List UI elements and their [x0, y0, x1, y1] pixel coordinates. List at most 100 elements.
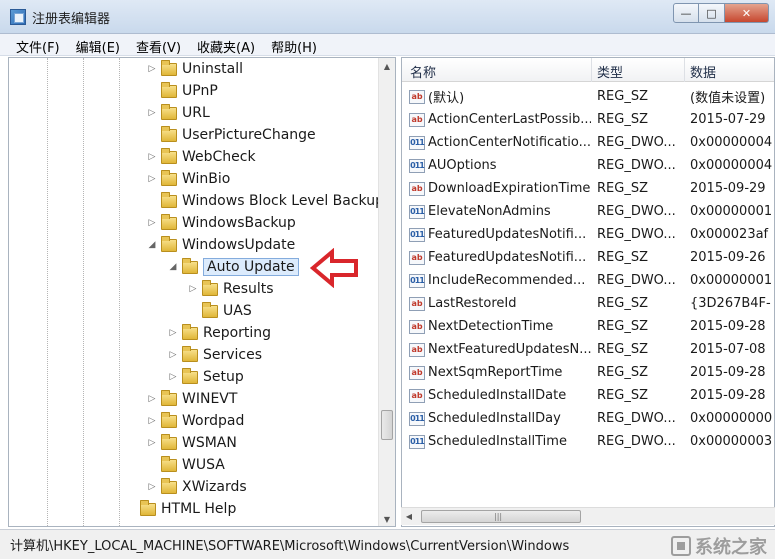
list-item[interactable]: 011 FeaturedUpdatesNotifi... REG_DWO... 0x0…	[402, 223, 774, 246]
registry-values-list[interactable]: 名称 类型 数据 ab (默认) REG_SZ (数值未设置) ab ActionCent…	[401, 57, 775, 527]
tree-item[interactable]: ◢ WindowsUpdate	[146, 234, 295, 256]
menu-favorites[interactable]: 收藏夹(A)	[189, 34, 263, 56]
tree-item[interactable]: Windows Block Level Backup	[146, 190, 384, 212]
menu-help[interactable]: 帮助(H)	[263, 34, 325, 56]
tree-expander-icon[interactable]: ▷	[146, 416, 158, 426]
value-data: (数值未设置)	[690, 91, 766, 106]
value-name: NextSqmReportTime	[428, 365, 563, 380]
folder-icon	[161, 191, 177, 208]
tree-item[interactable]: UAS	[187, 300, 252, 322]
value-data: 2015-09-26	[690, 250, 766, 265]
menu-file[interactable]: 文件(F)	[8, 34, 68, 56]
tree-scroll-thumb[interactable]	[381, 410, 393, 440]
close-button[interactable]: ✕	[725, 3, 769, 23]
list-item[interactable]: ab FeaturedUpdatesNotifi... REG_SZ 2015-09-…	[402, 246, 774, 269]
list-item[interactable]: 011 AUOptions REG_DWO... 0x00000004	[402, 154, 774, 177]
watermark-text: 系统之家	[695, 537, 767, 558]
tree-vertical-scrollbar[interactable]: ▲ ▼	[378, 58, 395, 526]
tree-item[interactable]: ▷ WSMAN	[146, 432, 237, 454]
folder-icon	[161, 411, 177, 428]
tree-item[interactable]: ▷ Uninstall	[146, 58, 243, 80]
folder-icon	[182, 323, 198, 340]
string-value-icon: ab	[409, 181, 425, 196]
list-item[interactable]: ab DownloadExpirationTime REG_SZ 2015-09-29	[402, 177, 774, 200]
tree-item-label: UPnP	[182, 83, 218, 99]
tree-item[interactable]: ▷ Setup	[167, 366, 244, 388]
folder-icon	[161, 455, 177, 472]
tree-expander-icon[interactable]: ▷	[146, 108, 158, 118]
scroll-left-arrow-icon[interactable]: ◀	[401, 508, 417, 525]
value-data: 0x00000001	[690, 204, 773, 219]
tree-expander-icon[interactable]: ▷	[167, 372, 179, 382]
registry-key-tree[interactable]: ▷ Uninstall UPnP ▷ URL UserPictureChange ▷ WebC…	[8, 57, 396, 527]
list-horizontal-scrollbar[interactable]: ◀ |||	[401, 507, 775, 525]
value-type: REG_SZ	[597, 296, 648, 311]
tree-item[interactable]: HTML Help	[125, 498, 236, 520]
binary-value-icon: 011	[409, 411, 425, 426]
tree-item[interactable]: ▷ Reporting	[167, 322, 271, 344]
list-item[interactable]: 011 ActionCenterNotificatio... REG_DWO... 0…	[402, 131, 774, 154]
column-header-type[interactable]: 类型	[597, 62, 623, 81]
tree-expander-icon[interactable]: ▷	[146, 218, 158, 228]
tree-item[interactable]: ◢ Auto Update	[167, 256, 299, 278]
tree-item-label: WindowsUpdate	[182, 237, 296, 253]
list-item[interactable]: ab NextDetectionTime REG_SZ 2015-09-28	[402, 315, 774, 338]
tree-item[interactable]: UPnP	[146, 80, 218, 102]
minimize-button[interactable]: —	[673, 3, 699, 23]
menu-view[interactable]: 查看(V)	[128, 34, 189, 56]
binary-value-icon: 011	[409, 135, 425, 150]
list-item[interactable]: ab NextSqmReportTime REG_SZ 2015-09-28	[402, 361, 774, 384]
tree-item-label: Auto Update	[203, 258, 299, 276]
tree-expander-icon[interactable]: ▷	[146, 438, 158, 448]
list-item[interactable]: 011 ScheduledInstallDay REG_DWO... 0x000000…	[402, 407, 774, 430]
list-item[interactable]: ab NextFeaturedUpdatesN... REG_SZ 2015-07-0…	[402, 338, 774, 361]
tree-item-label: WebCheck	[182, 149, 256, 165]
tree-expander-icon[interactable]: ▷	[187, 284, 199, 294]
tree-item[interactable]: ▷ WebCheck	[146, 146, 256, 168]
tree-expander-icon[interactable]: ◢	[167, 262, 179, 272]
list-item[interactable]: ab (默认) REG_SZ (数值未设置)	[402, 85, 774, 108]
tree-item[interactable]: ▷ WinBio	[146, 168, 230, 190]
tree-expander-icon[interactable]: ▷	[146, 482, 158, 492]
value-name: ScheduledInstallDay	[428, 411, 561, 426]
list-item[interactable]: 011 IncludeRecommended... REG_DWO... 0x0000…	[402, 269, 774, 292]
tree-item[interactable]: ▷ WINEVT	[146, 388, 237, 410]
list-scroll-thumb[interactable]: |||	[421, 510, 581, 523]
value-data: 2015-09-29	[690, 181, 766, 196]
tree-expander-icon[interactable]: ▷	[167, 328, 179, 338]
tree-item[interactable]: ▷ Results	[187, 278, 274, 300]
tree-expander-icon[interactable]: ▷	[146, 64, 158, 74]
tree-item[interactable]: ▷ Services	[167, 344, 262, 366]
tree-item[interactable]: WUSA	[146, 454, 225, 476]
tree-expander-icon[interactable]: ▷	[146, 152, 158, 162]
value-type: REG_DWO...	[597, 227, 676, 242]
list-item[interactable]: ab ActionCenterLastPossib... REG_SZ 2015-07…	[402, 108, 774, 131]
tree-item[interactable]: UserPictureChange	[146, 124, 316, 146]
scroll-down-arrow-icon[interactable]: ▼	[379, 511, 395, 526]
value-type: REG_DWO...	[597, 273, 676, 288]
string-value-icon: ab	[409, 89, 425, 104]
list-item[interactable]: ab ScheduledInstallDate REG_SZ 2015-09-28	[402, 384, 774, 407]
tree-expander-icon[interactable]: ▷	[146, 394, 158, 404]
scroll-up-arrow-icon[interactable]: ▲	[379, 58, 395, 75]
value-type: REG_SZ	[597, 250, 648, 265]
tree-expander-icon[interactable]: ▷	[167, 350, 179, 360]
column-header-data[interactable]: 数据	[690, 62, 716, 81]
value-name: ElevateNonAdmins	[428, 204, 551, 219]
tree-item-label: WinBio	[182, 171, 231, 187]
list-item[interactable]: ab LastRestoreId REG_SZ {3D267B4F-	[402, 292, 774, 315]
tree-item[interactable]: ▷ WindowsBackup	[146, 212, 296, 234]
tree-item[interactable]: ▷ URL	[146, 102, 210, 124]
maximize-button[interactable]: □	[699, 3, 725, 23]
value-name: FeaturedUpdatesNotifi...	[428, 227, 587, 242]
tree-item[interactable]: ▷ Wordpad	[146, 410, 244, 432]
list-item[interactable]: 011 ScheduledInstallTime REG_DWO... 0x00000…	[402, 430, 774, 453]
column-header-name[interactable]: 名称	[410, 62, 436, 81]
tree-expander-icon[interactable]: ▷	[146, 174, 158, 184]
tree-expander-icon[interactable]: ◢	[146, 240, 158, 250]
string-value-icon: ab	[409, 365, 425, 380]
string-value-icon: ab	[409, 296, 425, 311]
list-item[interactable]: 011 ElevateNonAdmins REG_DWO... 0x00000001	[402, 200, 774, 223]
tree-item[interactable]: ▷ XWizards	[146, 476, 247, 498]
menu-edit[interactable]: 编辑(E)	[68, 34, 128, 56]
